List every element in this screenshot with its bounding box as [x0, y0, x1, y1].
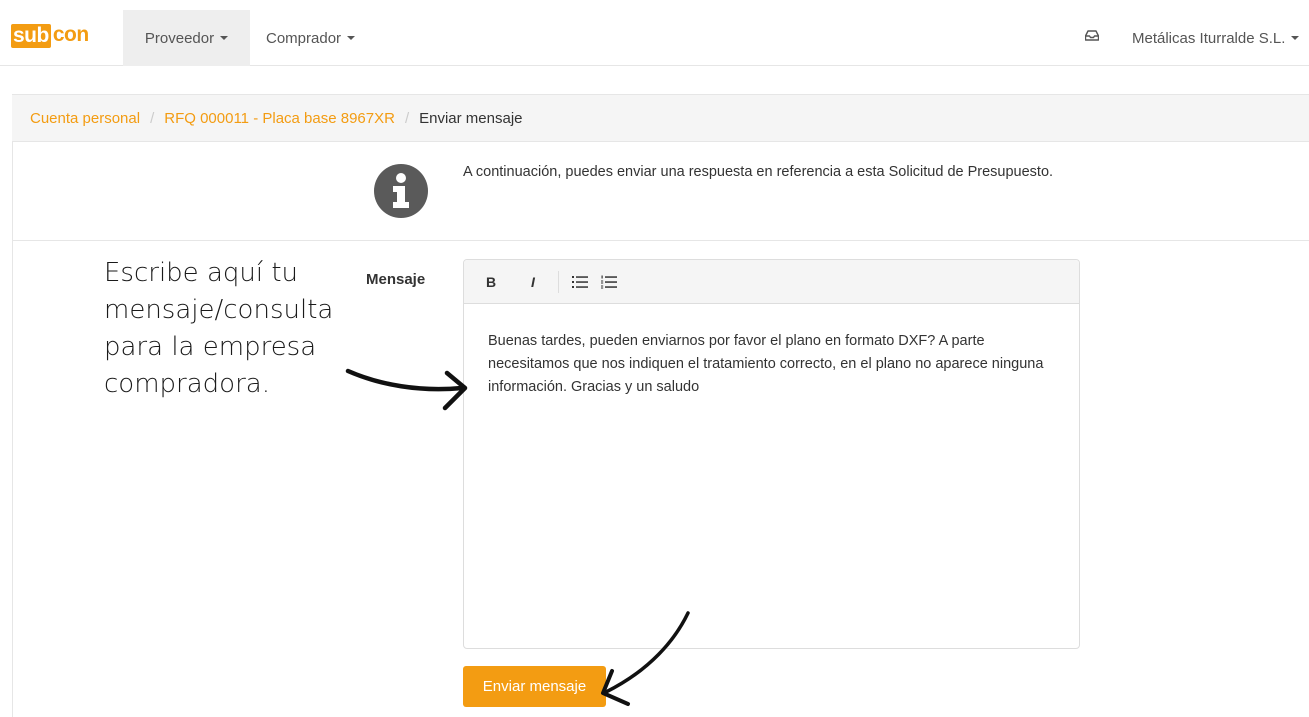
chevron-down-icon — [347, 36, 356, 40]
subcon-logo[interactable]: sub con — [11, 24, 89, 48]
logo-con: con — [52, 23, 89, 46]
chevron-down-icon — [220, 36, 229, 40]
nav-comprador[interactable]: Comprador — [266, 10, 376, 66]
bold-button[interactable]: B — [464, 267, 518, 297]
breadcrumb-separator: / — [150, 109, 155, 127]
inbox-icon[interactable] — [1085, 30, 1099, 41]
ordered-list-button[interactable] — [591, 267, 627, 297]
nav-proveedor[interactable]: Proveedor — [123, 10, 250, 66]
ordered-list-icon — [601, 275, 617, 288]
breadcrumb-cuenta-personal[interactable]: Cuenta personal — [30, 110, 140, 127]
company-name: Metálicas Iturralde S.L. — [1132, 29, 1286, 47]
navbar: sub con Proveedor Comprador Metálicas It… — [0, 0, 1309, 66]
breadcrumb-separator: / — [404, 109, 410, 127]
logo-sub: sub — [11, 24, 51, 48]
unordered-list-button[interactable] — [569, 267, 591, 297]
unordered-list-icon — [572, 275, 588, 288]
annotation-text: Escribe aquí tu mensaje/consulta para la… — [104, 258, 334, 399]
editor-toolbar: B I — [464, 260, 1079, 304]
italic-button[interactable]: I — [518, 267, 548, 297]
breadcrumb-current: Enviar mensaje — [419, 109, 523, 127]
message-text[interactable]: Buenas tardes, pueden enviarnos por favo… — [488, 330, 1058, 399]
nav-company-menu[interactable]: Metálicas Iturralde S.L. — [1132, 10, 1309, 66]
chevron-down-icon — [1291, 36, 1300, 40]
breadcrumb-rfq[interactable]: RFQ 000011 - Placa base 8967XR — [164, 110, 395, 127]
nav-proveedor-label: Proveedor — [144, 29, 215, 47]
toolbar-separator — [558, 270, 559, 293]
info-text: A continuación, puedes enviar una respue… — [463, 164, 1054, 180]
breadcrumb: Cuenta personal / RFQ 000011 - Placa bas… — [12, 94, 1309, 142]
message-editor[interactable]: B I Buenas tardes, pueden enviarnos por … — [463, 259, 1080, 649]
section-divider — [12, 240, 1309, 241]
info-icon — [374, 164, 428, 218]
send-message-button[interactable]: Enviar mensaje — [463, 666, 606, 707]
nav-comprador-label: Comprador — [266, 29, 342, 47]
message-label: Mensaje — [366, 271, 426, 288]
